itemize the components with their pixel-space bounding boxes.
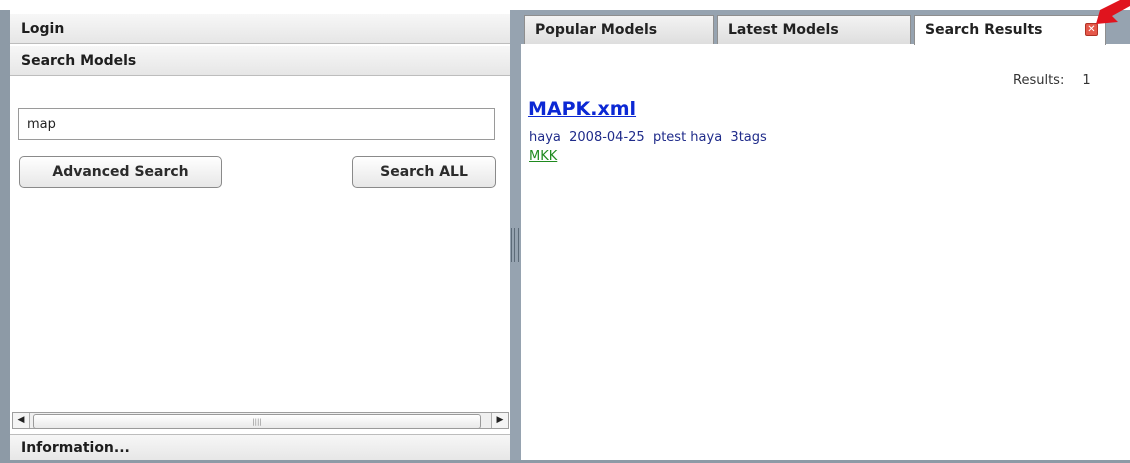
advanced-search-button[interactable]: Advanced Search (19, 156, 222, 188)
search-all-button[interactable]: Search ALL (352, 156, 496, 188)
horizontal-scrollbar[interactable]: ◀ |||| ▶ (12, 412, 509, 429)
search-input[interactable] (18, 108, 495, 140)
tab-latest-models[interactable]: Latest Models (717, 15, 911, 44)
scroll-right-arrow-icon[interactable]: ▶ (491, 413, 508, 428)
information-header[interactable]: Information... (10, 434, 510, 462)
login-header[interactable]: Login (10, 14, 510, 44)
scroll-left-arrow-icon[interactable]: ◀ (13, 413, 30, 428)
panel-splitter[interactable] (510, 10, 521, 463)
tab-strip: Popular Models Latest Models Search Resu… (521, 10, 1130, 45)
results-count-value: 1 (1082, 73, 1091, 88)
search-models-header[interactable]: Search Models (10, 46, 510, 76)
window-left-edge (0, 10, 10, 463)
result-tag-link[interactable]: MKK (529, 149, 557, 164)
results-count-label: Results: (1013, 73, 1065, 88)
scrollbar-thumb[interactable]: |||| (33, 414, 481, 429)
window-top-edge (0, 0, 1130, 10)
result-title-link[interactable]: MAPK.xml (528, 98, 636, 120)
tab-popular-models[interactable]: Popular Models (524, 15, 714, 44)
tab-search-results[interactable]: Search Results (914, 15, 1106, 45)
left-panel: Login Search Models Advanced Search Sear… (10, 10, 510, 462)
results-count: Results: 1 (1013, 73, 1091, 88)
right-panel: Popular Models Latest Models Search Resu… (521, 0, 1130, 460)
splitter-grip-icon[interactable] (511, 228, 519, 262)
result-meta: haya 2008-04-25 ptest haya 3tags (529, 130, 767, 145)
red-pointer-arrow-icon (1096, 0, 1130, 24)
